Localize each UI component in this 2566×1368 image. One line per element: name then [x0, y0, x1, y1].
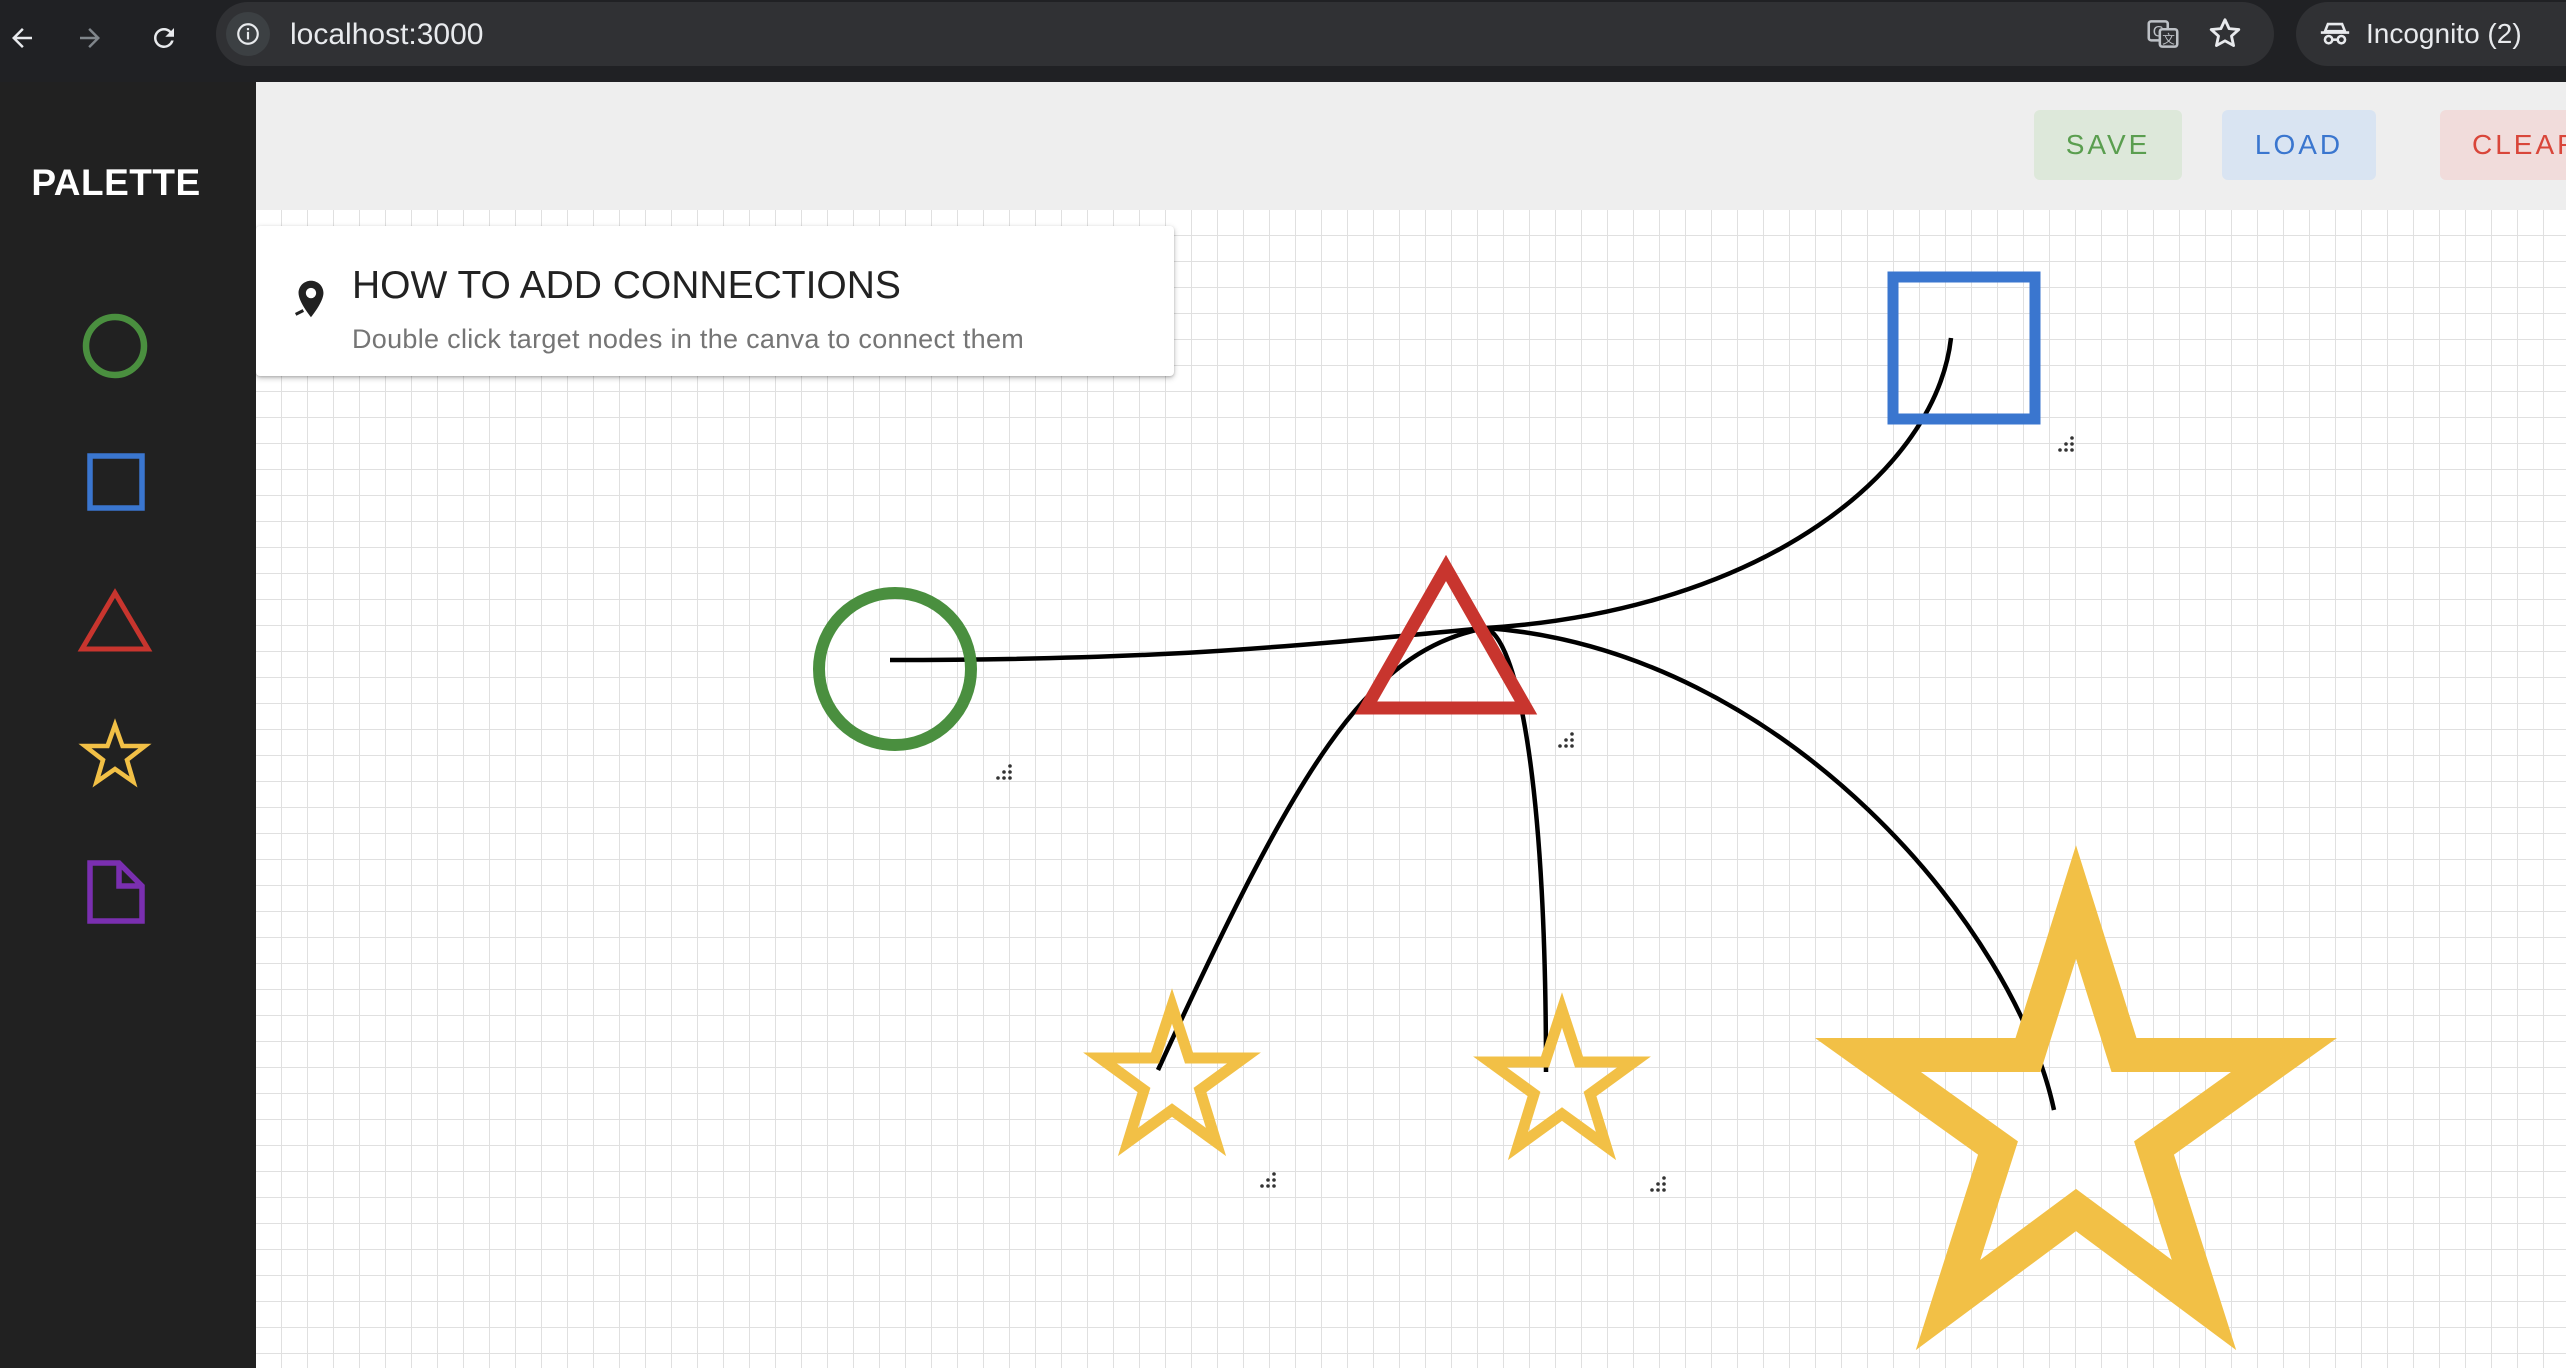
- square-shape-icon: [1887, 271, 2041, 425]
- palette-circle[interactable]: [70, 301, 160, 391]
- star-shape-icon: [1815, 845, 2337, 1351]
- circle-shape-icon: [82, 313, 148, 379]
- resize-handle-icon[interactable]: [1252, 1168, 1280, 1196]
- triangle-shape-icon: [77, 588, 153, 652]
- square-shape-icon: [87, 453, 145, 511]
- node-star-small-1[interactable]: [1083, 988, 1261, 1157]
- top-toolbar: SAVE LOAD CLEAR: [256, 82, 2566, 210]
- forward-button[interactable]: [62, 10, 118, 66]
- resize-handle-icon[interactable]: [1642, 1172, 1670, 1200]
- node-circle[interactable]: [812, 586, 978, 752]
- profile-label: Incognito (2): [2366, 18, 2522, 49]
- browser-toolbar: localhost:3000 G 文 Incognito (2): [0, 0, 2566, 82]
- star-shape-icon: [1473, 992, 1651, 1161]
- node-square[interactable]: [1887, 271, 2041, 425]
- connection-triangle-square[interactable]: [1485, 337, 1954, 631]
- load-button[interactable]: LOAD: [2222, 110, 2376, 180]
- palette-note[interactable]: [70, 847, 160, 937]
- palette-triangle[interactable]: [70, 574, 160, 664]
- location-pin-icon: [294, 280, 324, 318]
- reload-button[interactable]: [136, 10, 192, 66]
- address-bar[interactable]: localhost:3000 G 文: [216, 2, 2274, 66]
- palette-star[interactable]: [70, 710, 160, 800]
- clear-button[interactable]: CLEAR: [2440, 110, 2566, 180]
- back-button[interactable]: [0, 10, 50, 66]
- incognito-icon: [2320, 22, 2350, 45]
- reload-icon: [153, 27, 174, 48]
- palette-square[interactable]: [70, 437, 160, 527]
- star-shape-icon: [78, 718, 152, 788]
- svg-text:文: 文: [2162, 31, 2175, 46]
- node-star-large[interactable]: [1814, 845, 2337, 1368]
- forward-arrow-icon: [80, 28, 100, 48]
- triangle-shape-icon: [1354, 554, 1538, 715]
- save-button[interactable]: SAVE: [2034, 110, 2182, 180]
- node-star-small-2[interactable]: [1473, 992, 1651, 1161]
- connection-help-card: HOW TO ADD CONNECTIONS Double click targ…: [256, 226, 1174, 376]
- resize-handle-icon[interactable]: [988, 760, 1016, 788]
- palette-sidebar: PALETTE: [0, 82, 256, 1368]
- back-arrow-icon: [12, 28, 32, 48]
- resize-handle-icon[interactable]: [2050, 432, 2078, 460]
- palette-title: PALETTE: [31, 162, 201, 203]
- note-shape-icon: [87, 860, 145, 924]
- incognito-profile-button[interactable]: Incognito (2): [2296, 2, 2566, 66]
- diagram-canvas[interactable]: HOW TO ADD CONNECTIONS Double click targ…: [256, 210, 2566, 1368]
- site-info-button[interactable]: [226, 12, 270, 56]
- bookmark-star-icon[interactable]: [2206, 15, 2244, 53]
- star-shape-icon: [1083, 988, 1261, 1157]
- url-text[interactable]: localhost:3000: [290, 18, 483, 52]
- circle-shape-icon: [813, 587, 977, 751]
- node-triangle[interactable]: [1354, 554, 1538, 716]
- info-icon: [237, 23, 259, 45]
- translate-icon[interactable]: G 文: [2144, 15, 2182, 53]
- help-text: Double click target nodes in the canva t…: [352, 324, 1025, 354]
- resize-handle-icon[interactable]: [1550, 728, 1578, 756]
- help-title: HOW TO ADD CONNECTIONS: [352, 264, 901, 307]
